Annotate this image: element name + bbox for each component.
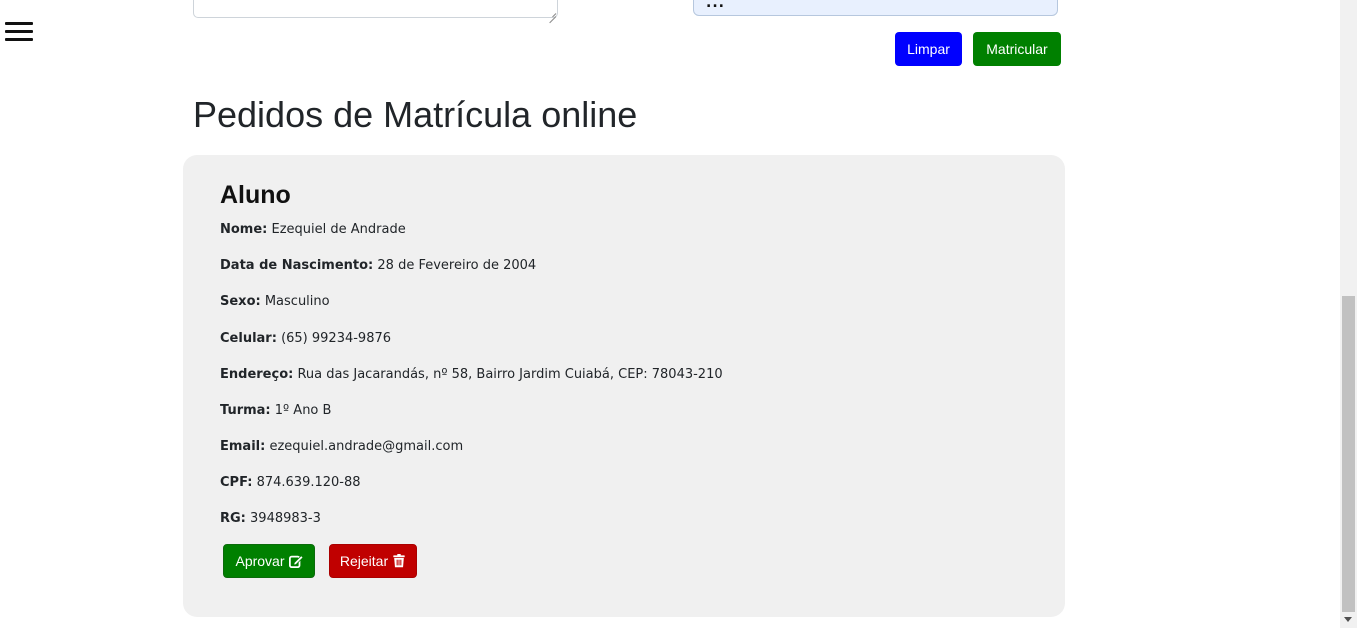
field-label: Endereço: bbox=[220, 367, 294, 382]
field-address: Endereço: Rua das Jacarandás, nº 58, Bai… bbox=[220, 367, 723, 382]
field-email: Email: ezequiel.andrade@gmail.com bbox=[220, 439, 463, 454]
clear-button[interactable]: Limpar bbox=[895, 32, 962, 66]
scroll-down-arrow-icon[interactable] bbox=[1344, 617, 1352, 622]
page-title: Pedidos de Matrícula online bbox=[193, 94, 638, 135]
field-value: 874.639.120-88 bbox=[256, 475, 361, 490]
field-value: 3948983-3 bbox=[250, 511, 321, 526]
edit-icon bbox=[288, 555, 303, 568]
field-value: 1º Ano B bbox=[274, 403, 332, 418]
field-label: RG: bbox=[220, 511, 246, 526]
scrollbar-thumb[interactable] bbox=[1342, 296, 1355, 612]
field-label: Nome: bbox=[220, 222, 268, 237]
field-value: ezequiel.andrade@gmail.com bbox=[269, 439, 464, 454]
hamburger-menu-icon[interactable] bbox=[5, 22, 33, 42]
field-name: Nome: Ezequiel de Andrade bbox=[220, 222, 406, 237]
enroll-button[interactable]: Matricular bbox=[973, 32, 1061, 66]
field-value: 28 de Fevereiro de 2004 bbox=[377, 258, 537, 273]
field-label: Data de Nascimento: bbox=[220, 258, 374, 273]
vertical-scrollbar[interactable] bbox=[1340, 0, 1357, 628]
field-label: Celular: bbox=[220, 331, 277, 346]
approve-label: Aprovar bbox=[235, 553, 285, 569]
field-value: (65) 99234-9876 bbox=[281, 331, 392, 346]
field-label: Turma: bbox=[220, 403, 271, 418]
trash-icon bbox=[393, 554, 405, 568]
field-phone: Celular: (65) 99234-9876 bbox=[220, 331, 391, 346]
reject-label: Rejeitar bbox=[339, 553, 389, 569]
field-value: Ezequiel de Andrade bbox=[271, 222, 406, 237]
class-select[interactable]: ... bbox=[693, 0, 1058, 16]
resize-grip-icon[interactable] bbox=[548, 9, 556, 17]
field-class: Turma: 1º Ano B bbox=[220, 403, 331, 418]
reject-button[interactable]: Rejeitar bbox=[329, 544, 417, 578]
field-label: Sexo: bbox=[220, 294, 261, 309]
field-cpf: CPF: 874.639.120-88 bbox=[220, 475, 361, 490]
field-birthdate: Data de Nascimento: 28 de Fevereiro de 2… bbox=[220, 258, 536, 273]
field-value: Masculino bbox=[264, 294, 330, 309]
field-label: CPF: bbox=[220, 475, 253, 490]
field-value: Rua das Jacarandás, nº 58, Bairro Jardim… bbox=[297, 367, 723, 382]
observations-textarea[interactable] bbox=[193, 0, 558, 18]
select-value: ... bbox=[706, 0, 725, 11]
field-rg: RG: 3948983-3 bbox=[220, 511, 321, 526]
field-sex: Sexo: Masculino bbox=[220, 294, 330, 309]
field-label: Email: bbox=[220, 439, 266, 454]
card-title: Aluno bbox=[220, 181, 291, 209]
student-request-card: Aluno Nome: Ezequiel de Andrade Data de … bbox=[183, 155, 1065, 617]
approve-button[interactable]: Aprovar bbox=[223, 544, 315, 578]
